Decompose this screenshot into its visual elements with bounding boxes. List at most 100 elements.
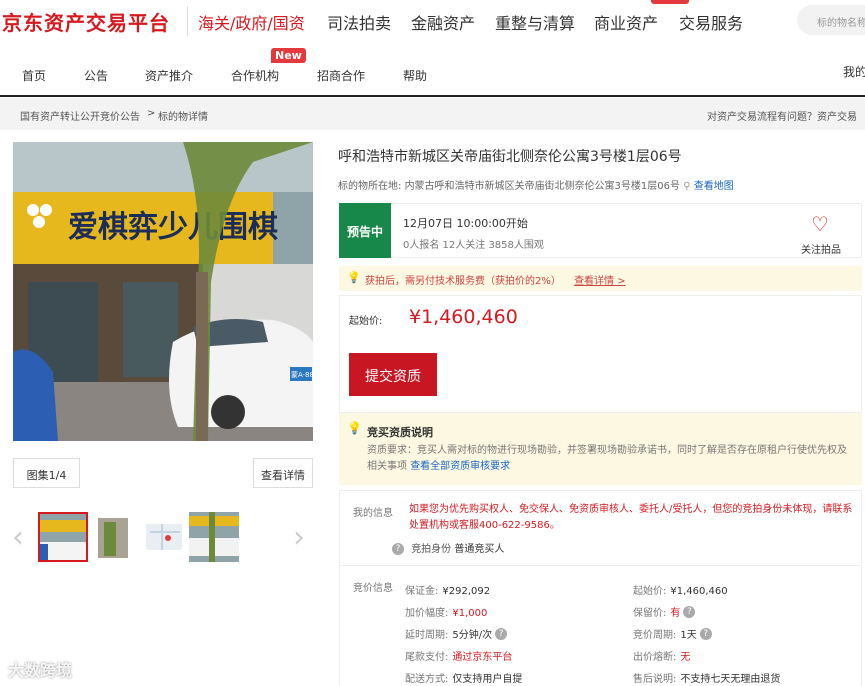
nav-divider xyxy=(187,6,188,36)
bid-info-right-column: 起始价: ¥1,460,460 保留价: 有? 竞价周期: 1天? 出价熔断: 无售后说明: 不… xyxy=(633,579,780,686)
item-location: 标的物所在地: 内蒙古呼和浩特市新城区关帝庙街北侧奈伦公寓3号楼1层06号 ⚲ … xyxy=(338,177,734,192)
bid-info-row: 延时周期: 5分钟/次? xyxy=(405,623,522,645)
bid-info-row: 起始价: ¥1,460,460 xyxy=(633,579,780,601)
bid-info-key: 竞价周期: xyxy=(633,630,677,641)
lightbulb-icon: 💡 xyxy=(347,271,361,284)
breadcrumb-help-link[interactable]: 对资产交易流程有问题？资产交易 xyxy=(707,108,857,123)
breadcrumb-item-announcement[interactable]: 国有资产转让公开竞价公告 xyxy=(20,108,140,123)
auction-stats: 0人报名 12人关注 3858人围观 xyxy=(403,240,544,251)
bid-info-value: ¥292,092 xyxy=(442,586,491,597)
service-fee-link[interactable]: 查看详情 > xyxy=(574,276,626,287)
bid-info-key: 加价幅度: xyxy=(405,608,449,619)
nav-customs-gov[interactable]: 海关/政府/国资 xyxy=(198,10,305,34)
bid-identity-value: 普通竞买人 xyxy=(454,544,505,555)
nav-restructuring[interactable]: 重整与清算 xyxy=(495,10,575,34)
service-fee-tip: 💡 获拍后，需另付技术服务费（获拍价的2%） 查看详情 > xyxy=(339,266,862,291)
help-icon[interactable]: ? xyxy=(495,627,508,640)
bid-info-key: 配送方式: xyxy=(405,674,449,685)
location-value: 内蒙古呼和浩特市新城区关帝庙街北侧奈伦公寓3号楼1层06号 xyxy=(404,181,681,192)
bid-info-row: 售后说明: 不支持七天无理由退货 xyxy=(633,667,780,686)
my-info-label: 我的信息 xyxy=(353,508,393,519)
start-price-value: ¥1,460,460 xyxy=(409,306,518,328)
help-icon[interactable]: ? xyxy=(392,543,404,555)
hot-badge xyxy=(651,0,689,4)
bid-info-key: 出价熔断: xyxy=(633,652,677,663)
watermark: 大数跨境 xyxy=(8,661,73,680)
bid-info-row: 配送方式: 仅支持用户自提 xyxy=(405,667,522,686)
my-info-warning: 如果您为优先购买权人、免交保人、免资质审核人、委托人/受托人，但您的竞拍身份未体… xyxy=(409,504,853,531)
help-icon[interactable]: ? xyxy=(683,605,696,618)
gallery-counter[interactable]: 图集1/4 xyxy=(13,458,80,488)
thumbnail-1[interactable] xyxy=(38,512,88,562)
map-pin-icon: ⚲ xyxy=(683,181,691,192)
new-badge: New xyxy=(271,48,306,63)
subnav-asset-promotion[interactable]: 资产推介 xyxy=(145,67,193,84)
auction-start-time: 12月07日 10:00:00开始 xyxy=(403,217,528,230)
bid-info-key: 延时周期: xyxy=(405,630,449,641)
notice-body: 资质要求：竞买人需对标的物进行现场勘验，并签署现场勘验承诺书，同时了解是否存在原… xyxy=(367,443,852,475)
bid-info-value: 不支持七天无理由退货 xyxy=(680,674,781,685)
brand-logo[interactable]: 京东资产交易平台 xyxy=(2,7,170,36)
subnav-my[interactable]: 我的 xyxy=(843,63,865,80)
bid-info-row: 保留价: 有? xyxy=(633,601,780,623)
main-photo[interactable]: 爱棋弈少儿围棋 蒙A·88 xyxy=(13,142,313,441)
bid-info-key: 尾款支付: xyxy=(405,652,449,663)
service-fee-text: 获拍后，需另付技术服务费（获拍价的2%） xyxy=(365,276,561,287)
heart-plus-icon[interactable]: ♡ xyxy=(811,212,829,236)
bid-info-value: ¥1,460,460 xyxy=(670,586,728,597)
nav-commercial-assets[interactable]: 商业资产 xyxy=(594,10,658,34)
thumbnail-3-map[interactable] xyxy=(140,512,190,562)
notice-title: 竞买资质说明 xyxy=(367,426,433,439)
bid-info-value: 有 xyxy=(670,608,681,619)
chevron-right-icon[interactable]: › xyxy=(293,520,305,555)
nav-judicial-auction[interactable]: 司法拍卖 xyxy=(327,10,391,34)
help-icon[interactable]: ? xyxy=(699,627,712,640)
shop-sign-text: 爱棋弈少儿围棋 xyxy=(68,210,278,245)
bid-info-value: ¥1,000 xyxy=(452,608,488,619)
search-input[interactable]: 标的物名称 xyxy=(797,5,865,35)
submit-qualification-button[interactable]: 提交资质 xyxy=(349,353,437,396)
thumbnail-2[interactable] xyxy=(90,512,140,562)
subnav-home[interactable]: 首页 xyxy=(22,67,46,84)
bid-identity: ? 竞拍身份 普通竞买人 xyxy=(392,540,504,555)
view-detail-button[interactable]: 查看详情 xyxy=(253,458,313,488)
bid-info-row: 出价熔断: 无 xyxy=(633,645,780,667)
section-divider xyxy=(339,565,862,566)
bid-info-row: 尾款支付: 通过京东平台 xyxy=(405,645,522,667)
notice-all-requirements-link[interactable]: 查看全部资质审核要求 xyxy=(410,461,510,472)
bid-info-value: 1天 xyxy=(680,630,697,641)
thumbnail-4[interactable] xyxy=(189,512,239,562)
bid-info-value: 通过京东平台 xyxy=(452,652,513,663)
top-nav: 京东资产交易平台 海关/政府/国资 司法拍卖 金融资产 重整与清算 商业资产 交… xyxy=(0,0,865,42)
chevron-left-icon[interactable]: ‹ xyxy=(12,520,24,555)
subnav-announcements[interactable]: 公告 xyxy=(84,67,108,84)
follow-item-label[interactable]: 关注拍品 xyxy=(801,241,841,256)
sub-nav xyxy=(0,55,865,95)
status-badge: 预告中 xyxy=(339,203,391,258)
nav-underline xyxy=(0,95,865,97)
bid-info-left-column: 保证金: ¥292,092 加价幅度: ¥1,000 延时周期: 5分钟/次? 尾款支付: 通… xyxy=(405,579,522,686)
bid-info-value: 无 xyxy=(680,652,691,663)
view-map-link[interactable]: 查看地图 xyxy=(694,181,734,192)
bid-info-key: 保证金: xyxy=(405,586,439,597)
breadcrumb-item-detail: 标的物详情 xyxy=(158,112,208,123)
bid-info-row: 加价幅度: ¥1,000 xyxy=(405,601,522,623)
bid-info-label: 竞价信息 xyxy=(353,583,393,594)
bid-info-value: 5分钟/次 xyxy=(452,630,493,641)
lightbulb-icon: 💡 xyxy=(347,421,362,435)
bid-info-key: 保留价: xyxy=(633,608,667,619)
bid-info-value: 仅支持用户自提 xyxy=(452,674,523,685)
bid-identity-label: 竞拍身份 xyxy=(411,544,452,555)
subnav-recruitment[interactable]: 招商合作 xyxy=(317,67,365,84)
start-price-label: 起始价: xyxy=(349,316,383,327)
bid-info-row: 竞价周期: 1天? xyxy=(633,623,780,645)
breadcrumb-separator: > xyxy=(147,108,156,119)
nav-financial-assets[interactable]: 金融资产 xyxy=(411,10,475,34)
nav-trade-services[interactable]: 交易服务 xyxy=(679,10,743,34)
bid-info-key: 起始价: xyxy=(633,586,667,597)
subnav-partners[interactable]: 合作机构 xyxy=(231,67,279,84)
location-label: 标的物所在地: xyxy=(338,181,402,192)
bid-info-key: 售后说明: xyxy=(633,674,677,685)
bid-info-row: 保证金: ¥292,092 xyxy=(405,579,522,601)
subnav-help[interactable]: 帮助 xyxy=(403,67,427,84)
